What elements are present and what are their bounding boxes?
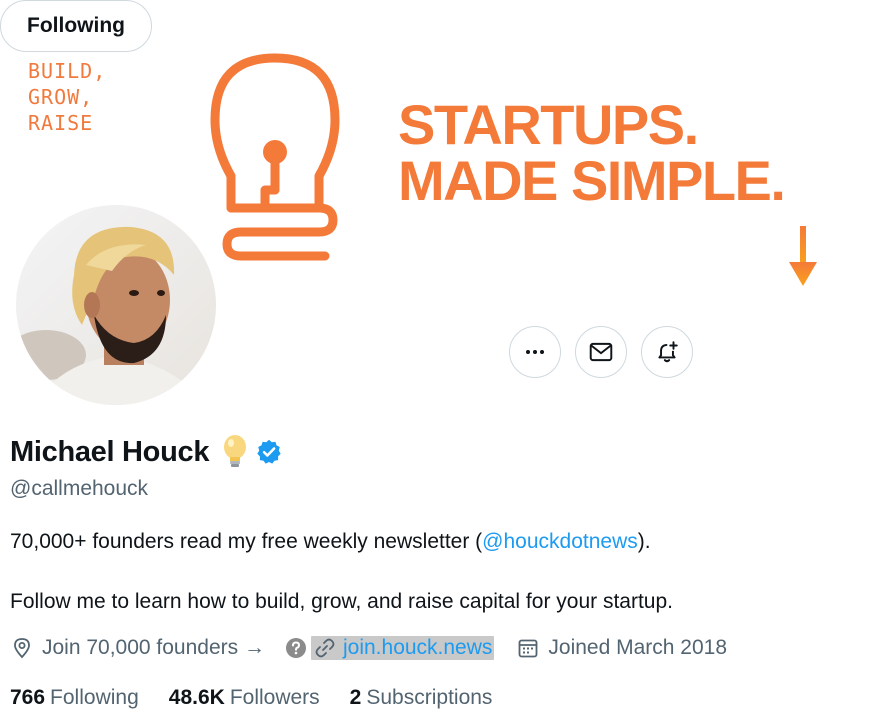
message-button[interactable] xyxy=(575,326,627,378)
website-item[interactable]: join.houck.news xyxy=(310,636,495,660)
bio-mention-link[interactable]: @houckdotnews xyxy=(482,530,638,553)
bell-plus-icon xyxy=(658,341,678,363)
location-text: Join 70,000 founders → xyxy=(42,636,265,659)
banner-headline: MADE SIMPLE. xyxy=(398,149,786,212)
profile-name-row: Michael Houck xyxy=(10,434,283,470)
tagline-line: GROW, xyxy=(28,85,94,109)
joined-item: Joined March 2018 xyxy=(516,636,727,660)
calendar-icon xyxy=(519,639,538,658)
followers-label: Followers xyxy=(229,686,320,709)
envelope-icon xyxy=(589,342,613,362)
website-link[interactable]: join.houck.news xyxy=(310,636,495,660)
subscriptions-stat-link[interactable]: 2 Subscriptions xyxy=(350,686,493,710)
avatar-photo xyxy=(16,205,216,405)
subscriptions-label: Subscriptions xyxy=(366,686,493,709)
bio-text: 70,000+ founders read my free weekly new… xyxy=(10,530,483,553)
following-stat-link[interactable]: 766 Following xyxy=(10,686,139,710)
arrow-down-icon xyxy=(789,226,817,286)
verified-badge-icon[interactable] xyxy=(255,438,283,466)
notify-button[interactable] xyxy=(641,326,693,378)
banner-headline: STARTUPS. xyxy=(398,93,699,156)
profile-meta-row: Join 70,000 founders → join.houck.news J… xyxy=(10,636,727,660)
display-name: Michael Houck xyxy=(10,435,210,468)
more-horizontal-icon xyxy=(526,350,544,354)
location-pin-icon xyxy=(14,638,30,659)
more-options-button[interactable] xyxy=(509,326,561,378)
banner-tagline: BUILD, GROW, RAISE xyxy=(28,58,106,136)
profile-stats-row: 766 Following 48.6K Followers 2 Subscrip… xyxy=(10,686,522,710)
bio-text: ). xyxy=(637,530,651,553)
followers-stat-link[interactable]: 48.6K Followers xyxy=(169,686,320,710)
following-label: Following xyxy=(50,686,139,709)
subscriptions-count: 2 xyxy=(349,686,362,709)
location-item: Join 70,000 founders → xyxy=(10,636,265,660)
following-count: 766 xyxy=(10,686,46,709)
lightbulb-icon xyxy=(210,53,340,261)
bio-line: Follow me to learn how to build, grow, a… xyxy=(10,590,673,613)
link-icon xyxy=(315,638,335,658)
website-text[interactable]: join.houck.news xyxy=(343,636,492,660)
tagline-line: BUILD, xyxy=(28,59,107,83)
question-icon[interactable] xyxy=(285,637,307,659)
avatar[interactable] xyxy=(16,205,216,405)
bio-line: 70,000+ founders read my free weekly new… xyxy=(10,530,651,554)
profile-handle: @callmehouck xyxy=(10,477,149,500)
lightbulb-emoji-icon xyxy=(221,434,249,470)
tagline-line: RAISE xyxy=(28,111,94,135)
joined-text: Joined March 2018 xyxy=(548,636,728,659)
followers-count: 48.6K xyxy=(168,686,225,709)
